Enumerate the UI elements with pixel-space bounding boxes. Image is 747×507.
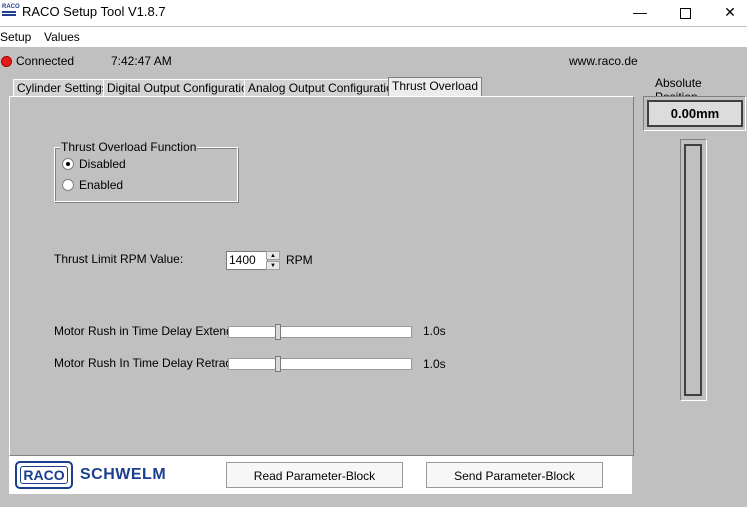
absolute-position-value: 0.00mm bbox=[647, 100, 743, 127]
rpm-input[interactable]: 1400 bbox=[226, 251, 268, 270]
position-gauge bbox=[684, 144, 702, 396]
radio-disabled-label[interactable]: Disabled bbox=[79, 157, 126, 171]
connection-status: Connected bbox=[16, 54, 75, 68]
menu-setup[interactable]: Setup bbox=[0, 30, 31, 44]
retract-delay-slider[interactable] bbox=[228, 356, 412, 372]
rpm-spinner: ▲ ▼ bbox=[266, 251, 280, 270]
maximize-button[interactable] bbox=[662, 0, 708, 24]
extend-delay-slider-thumb[interactable] bbox=[275, 324, 281, 340]
minimize-button[interactable]: — bbox=[617, 0, 663, 24]
group-title: Thrust Overload Function bbox=[60, 140, 198, 154]
close-button[interactable]: ✕ bbox=[707, 0, 747, 24]
raco-logo: RACO bbox=[15, 461, 73, 489]
retract-delay-slider-thumb[interactable] bbox=[275, 356, 281, 372]
extend-delay-slider[interactable] bbox=[228, 324, 412, 340]
tab-analog-output-configuration[interactable]: Analog Output Configuration bbox=[244, 79, 404, 97]
status-dot-icon bbox=[1, 56, 12, 67]
thrust-overload-group bbox=[54, 147, 238, 202]
raco-logo-text: RACO bbox=[20, 466, 68, 484]
spin-down-arrow-icon[interactable]: ▼ bbox=[266, 261, 280, 270]
rpm-label: Thrust Limit RPM Value: bbox=[54, 252, 184, 266]
maximize-icon bbox=[679, 7, 691, 19]
tab-cylinder-settings[interactable]: Cylinder Settings bbox=[13, 79, 112, 97]
extend-delay-value: 1.0s bbox=[423, 324, 446, 338]
read-parameter-block-button[interactable]: Read Parameter-Block bbox=[226, 462, 403, 488]
website-url[interactable]: www.raco.de bbox=[569, 54, 638, 68]
radio-enabled[interactable] bbox=[62, 179, 74, 191]
retract-delay-value: 1.0s bbox=[423, 357, 446, 371]
tab-digital-output-configuration[interactable]: Digital Output Configuration bbox=[103, 79, 259, 97]
window-title: RACO Setup Tool V1.8.7 bbox=[22, 4, 166, 19]
menu-bar: Setup Values bbox=[0, 27, 747, 47]
rpm-unit: RPM bbox=[286, 253, 313, 267]
menu-values[interactable]: Values bbox=[44, 30, 80, 44]
title-bar: RACO RACO Setup Tool V1.8.7 — ✕ bbox=[0, 0, 747, 26]
schwelm-brand: SCHWELM bbox=[80, 466, 167, 483]
radio-disabled[interactable] bbox=[62, 158, 74, 170]
send-parameter-block-button[interactable]: Send Parameter-Block bbox=[426, 462, 603, 488]
spin-up-arrow-icon[interactable]: ▲ bbox=[266, 251, 280, 260]
extend-delay-label: Motor Rush in Time Delay Extend: bbox=[54, 324, 237, 338]
radio-enabled-label[interactable]: Enabled bbox=[79, 178, 123, 192]
raco-app-icon: RACO bbox=[2, 4, 20, 16]
tab-thrust-overload[interactable]: Thrust Overload bbox=[388, 77, 483, 97]
retract-delay-label: Motor Rush In Time Delay Retract: bbox=[54, 356, 239, 370]
status-time: 7:42:47 AM bbox=[111, 54, 172, 68]
